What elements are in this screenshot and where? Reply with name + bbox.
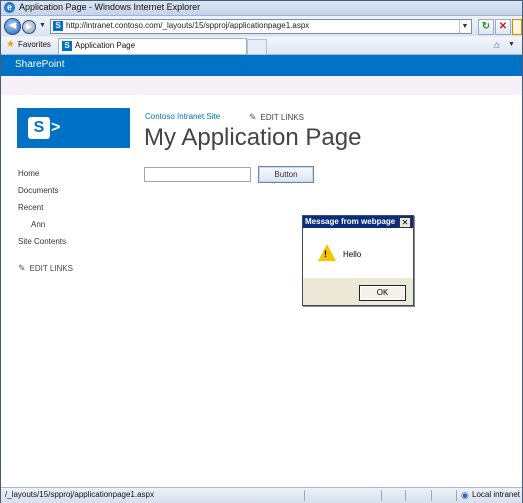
- edit-links-label: EDIT LINKS: [260, 113, 304, 122]
- sidebar-item-site-contents[interactable]: Site Contents: [18, 237, 66, 246]
- page-title: My Application Page: [144, 124, 362, 151]
- sidebar-item-recent[interactable]: Recent: [18, 203, 43, 212]
- edit-links-sidebar[interactable]: ✎ EDIT LINKS: [18, 263, 73, 274]
- close-icon[interactable]: ✕: [399, 217, 411, 228]
- zone-label[interactable]: Local intranet: [472, 490, 520, 499]
- sharepoint-favicon-icon: S: [53, 21, 63, 31]
- history-dropdown-icon[interactable]: ▼: [39, 22, 46, 29]
- edit-links-top[interactable]: ✎ EDIT LINKS: [249, 112, 304, 123]
- favorites-button[interactable]: Favorites: [18, 40, 51, 49]
- title-bar: e Application Page - Windows Internet Ex…: [1, 1, 522, 16]
- edit-links-label: EDIT LINKS: [29, 264, 73, 273]
- warning-mark: !: [324, 249, 327, 259]
- intranet-zone-icon: ◉: [461, 490, 469, 500]
- status-divider: [381, 490, 382, 501]
- stop-icon[interactable]: ✕: [495, 19, 511, 35]
- dialog-body: ! Hello: [303, 228, 413, 278]
- chevron-down-icon[interactable]: ▼: [508, 41, 515, 48]
- status-divider: [304, 490, 305, 501]
- status-divider: [456, 490, 457, 501]
- new-tab-button[interactable]: [247, 39, 267, 55]
- refresh-icon[interactable]: ↻: [478, 19, 494, 35]
- sharepoint-logo-icon[interactable]: S >: [17, 108, 130, 148]
- suite-bar: SharePoint: [1, 55, 522, 76]
- sharepoint-favicon-icon: S: [62, 41, 72, 51]
- search-icon[interactable]: [512, 19, 522, 35]
- status-bar: /_layouts/15/spproj/applicationpage1.asp…: [1, 487, 522, 503]
- page-content: SharePoint S > Contoso Intranet Site ✎ ED…: [1, 55, 522, 487]
- ok-button[interactable]: OK: [359, 285, 406, 301]
- status-url: /_layouts/15/spproj/applicationpage1.asp…: [5, 490, 154, 499]
- sidebar-item-home[interactable]: Home: [18, 169, 39, 178]
- forward-arrow-icon[interactable]: ▶: [22, 20, 36, 34]
- url-text: http://intranet.contoso.com/_layouts/15/…: [66, 21, 310, 30]
- warning-icon: [318, 244, 336, 261]
- star-icon[interactable]: ★: [6, 39, 15, 50]
- dialog-title-bar: Message from webpage ✕: [303, 216, 413, 228]
- window-title: Application Page - Windows Internet Expl…: [19, 2, 201, 12]
- page-button[interactable]: Button: [258, 166, 314, 183]
- pencil-icon: ✎: [249, 112, 257, 122]
- alert-dialog: Message from webpage ✕ ! Hello OK: [302, 215, 414, 306]
- status-divider: [405, 490, 406, 501]
- sidebar-item-ann[interactable]: Ann: [31, 220, 45, 229]
- address-bar: ◀ ▶ ▼ S http://intranet.contoso.com/_lay…: [1, 16, 522, 36]
- text-input[interactable]: [144, 167, 251, 182]
- dialog-message: Hello: [343, 250, 362, 259]
- home-icon[interactable]: ⌂: [494, 40, 500, 51]
- browser-window: e Application Page - Windows Internet Ex…: [0, 0, 523, 503]
- sharepoint-brand[interactable]: SharePoint: [15, 59, 64, 70]
- sidebar-item-documents[interactable]: Documents: [18, 186, 58, 195]
- site-link[interactable]: Contoso Intranet Site: [145, 112, 220, 121]
- status-divider: [431, 490, 432, 501]
- ie-logo-icon: e: [4, 2, 15, 13]
- ribbon-bar: [1, 76, 522, 95]
- favorites-bar: ★ Favorites S Application Page ⌂ ▼: [1, 37, 522, 55]
- tab-label: Application Page: [75, 41, 136, 50]
- pencil-icon: ✎: [18, 263, 26, 273]
- url-field[interactable]: S http://intranet.contoso.com/_layouts/1…: [50, 19, 472, 34]
- tab-application-page[interactable]: S Application Page: [58, 38, 247, 54]
- dialog-title: Message from webpage: [305, 217, 396, 226]
- back-arrow-icon[interactable]: ◀: [4, 18, 21, 35]
- chevron-down-icon[interactable]: ▼: [459, 20, 470, 33]
